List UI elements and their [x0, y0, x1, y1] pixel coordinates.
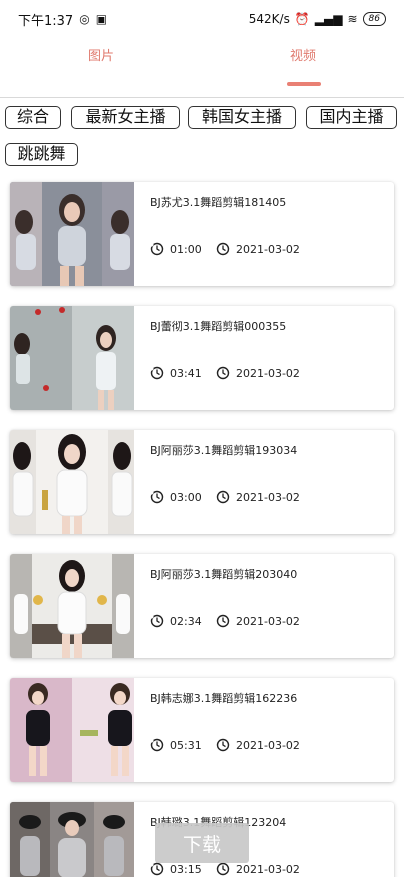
video-title: BJ韩志娜3.1舞蹈剪辑162236 — [150, 692, 298, 705]
duration-icon — [150, 614, 164, 628]
video-title: BJ阿丽莎3.1舞蹈剪辑193034 — [150, 444, 298, 457]
video-duration: 01:00 — [150, 242, 202, 256]
date-text: 2021-03-02 — [236, 242, 300, 256]
network-speed: 542K/s — [248, 12, 290, 26]
duration-text: 03:41 — [170, 366, 202, 380]
video-duration: 05:31 — [150, 738, 202, 752]
video-card[interactable]: BJ阿丽莎3.1舞蹈剪辑203040 02:34 2021-03-02 — [10, 554, 394, 658]
video-thumbnail — [10, 182, 134, 286]
duration-text: 01:00 — [170, 242, 202, 256]
video-date: 2021-03-02 — [216, 242, 300, 256]
video-card[interactable]: BJ阿丽莎3.1舞蹈剪辑193034 03:00 2021-03-02 — [10, 430, 394, 534]
clock-icon — [216, 614, 230, 628]
clock-icon — [216, 490, 230, 504]
video-thumbnail — [10, 802, 134, 877]
video-title: BJ苏尤3.1舞蹈剪辑181405 — [150, 196, 287, 209]
date-text: 2021-03-02 — [236, 490, 300, 504]
active-tab-indicator — [287, 82, 321, 86]
android-icon: ▣ — [95, 12, 108, 26]
video-duration: 03:41 — [150, 366, 202, 380]
clock-icon — [216, 738, 230, 752]
video-thumbnail — [10, 678, 134, 782]
video-card[interactable]: BJ蕾彻3.1舞蹈剪辑000355 03:41 2021-03-02 — [10, 306, 394, 410]
duration-icon — [150, 862, 164, 876]
video-title: BJ阿丽莎3.1舞蹈剪辑203040 — [150, 568, 298, 581]
notification-icon: ◎ — [79, 12, 90, 26]
wifi-icon: ≋ — [347, 12, 358, 26]
signal-icon: ▂▄▆ — [314, 12, 343, 26]
filter-chip[interactable]: 最新女主播 — [71, 106, 180, 129]
tab-videos-label: 视频 — [289, 48, 316, 64]
tab-images[interactable]: 图片 — [0, 38, 202, 98]
duration-text: 02:34 — [170, 614, 202, 628]
tab-images-label: 图片 — [87, 48, 114, 64]
filter-chip[interactable]: 韩国女主播 — [188, 106, 296, 129]
duration-icon — [150, 366, 164, 380]
duration-icon — [150, 738, 164, 752]
video-card[interactable]: BJ韩志娜3.1舞蹈剪辑162236 05:31 2021-03-02 — [10, 678, 394, 782]
video-title: BJ蕾彻3.1舞蹈剪辑000355 — [150, 320, 287, 333]
date-text: 2021-03-02 — [236, 614, 300, 628]
battery-icon: 86 — [362, 12, 386, 26]
filter-chip[interactable]: 跳跳舞 — [5, 143, 78, 166]
video-date: 2021-03-02 — [216, 738, 300, 752]
video-date: 2021-03-02 — [216, 862, 300, 876]
duration-icon — [150, 490, 164, 504]
video-duration: 03:15 — [150, 862, 202, 876]
video-duration: 02:34 — [150, 614, 202, 628]
duration-text: 03:00 — [170, 490, 202, 504]
duration-icon — [150, 242, 164, 256]
video-thumbnail — [10, 306, 134, 410]
tab-bar: 图片 视频 — [0, 38, 404, 98]
duration-text: 05:31 — [170, 738, 202, 752]
filter-chip[interactable]: 综合 — [5, 106, 61, 129]
tab-videos[interactable]: 视频 — [202, 38, 404, 98]
video-date: 2021-03-02 — [216, 614, 300, 628]
video-duration: 03:00 — [150, 490, 202, 504]
download-button[interactable]: 下载 — [155, 823, 249, 863]
video-thumbnail — [10, 554, 134, 658]
date-text: 2021-03-02 — [236, 366, 300, 380]
date-text: 2021-03-02 — [236, 738, 300, 752]
video-card[interactable]: BJ苏尤3.1舞蹈剪辑181405 01:00 2021-03-02 — [10, 182, 394, 286]
duration-text: 03:15 — [170, 862, 202, 876]
clock-icon — [216, 242, 230, 256]
filter-chip[interactable]: 国内主播 — [306, 106, 397, 129]
clock-icon — [216, 366, 230, 380]
date-text: 2021-03-02 — [236, 862, 300, 876]
status-time: 下午1:37 — [18, 13, 74, 29]
video-date: 2021-03-02 — [216, 490, 300, 504]
video-thumbnail — [10, 430, 134, 534]
video-date: 2021-03-02 — [216, 366, 300, 380]
clock-icon — [216, 862, 230, 876]
alarm-icon: ⏰ — [294, 12, 310, 26]
status-bar: 下午1:37 ◎ ▣ 542K/s ⏰ ▂▄▆ ≋ 86 — [0, 0, 404, 38]
